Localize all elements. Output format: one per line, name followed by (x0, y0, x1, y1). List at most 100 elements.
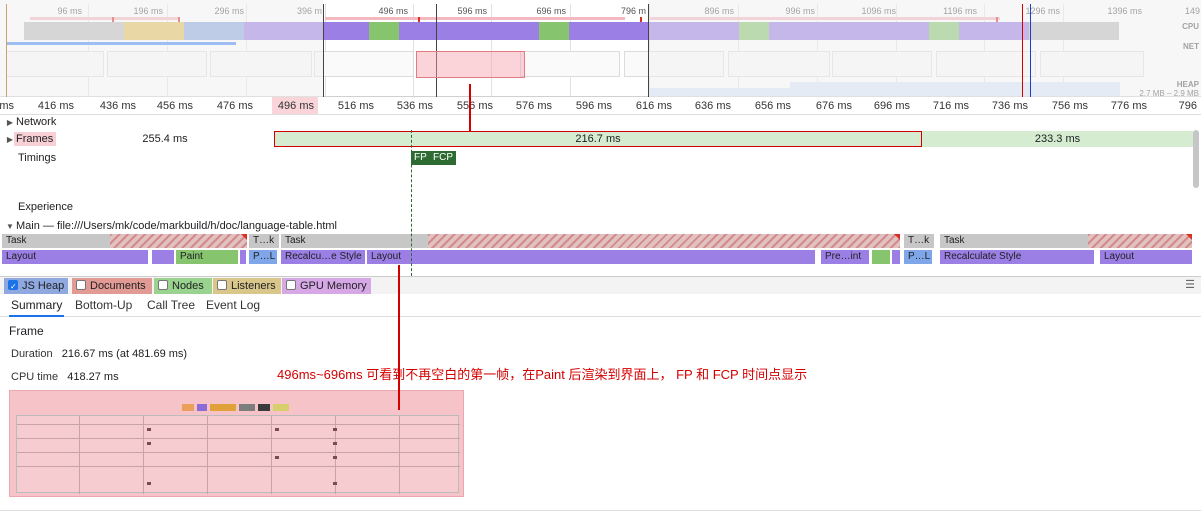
js-heap-checkbox[interactable]: JS Heap (4, 278, 68, 295)
documents-checkbox[interactable]: Documents (72, 278, 152, 294)
main-track-toggle[interactable]: ▼ Main — file:///Users/mk/code/markbuild/… (4, 220, 337, 232)
recalc-style-block[interactable]: Recalcu…e Style (281, 250, 365, 264)
tab-summary[interactable]: Summary (9, 295, 65, 317)
layout-block[interactable] (240, 250, 246, 264)
table-mark (275, 428, 279, 431)
layout-block[interactable]: Layout (367, 250, 815, 264)
window-handle-right[interactable] (648, 4, 649, 97)
tab-event-log[interactable]: Event Log (204, 295, 262, 317)
screenshot-table (16, 415, 460, 494)
tab-call-tree[interactable]: Call Tree (145, 295, 197, 317)
task-block[interactable]: T…k (249, 234, 279, 248)
marker-line (1022, 4, 1023, 97)
checkbox-icon (286, 280, 296, 290)
table-column-line (143, 416, 144, 494)
duration-value: 216.67 ms (at 481.69 ms) (61, 348, 188, 360)
table-row-line (17, 438, 460, 439)
cpu-activity (399, 22, 539, 40)
table-row-line (17, 466, 460, 467)
layout-block[interactable] (152, 250, 174, 264)
table-mark (333, 428, 337, 431)
ruler-tick: ms (0, 100, 14, 112)
screenshot-pill (210, 404, 236, 411)
layout-block[interactable]: Layout (1100, 250, 1192, 264)
task-block[interactable]: T…k (904, 234, 934, 248)
ruler-tick: 596 ms (575, 100, 612, 112)
pl-block[interactable]: P…L (249, 250, 277, 264)
table-row-line (17, 452, 460, 453)
overview-frames-bar (325, 17, 625, 20)
frames-track-label: Frames (16, 133, 54, 145)
vertical-scrollbar[interactable] (1193, 130, 1199, 188)
collapse-icon: ▼ (6, 222, 14, 231)
selected-frame-outline (274, 131, 922, 147)
long-task-indicator (1186, 234, 1192, 240)
layout-block[interactable] (892, 250, 900, 264)
cpu-time-key: CPU time (11, 371, 59, 383)
gpu-memory-checkbox[interactable]: GPU Memory (282, 278, 371, 294)
ruler-tick: 796 (1178, 100, 1197, 112)
timings-track-label: Timings (18, 152, 57, 164)
main-track-label: Main — file:///Users/mk/code/markbuild/h… (16, 220, 337, 232)
timeline-overview[interactable]: 96 ms 196 ms 296 ms 396 m 496 ms 596 ms … (0, 0, 1201, 98)
fp-marker[interactable]: FP (411, 151, 430, 165)
time-ruler: ms 416 ms 436 ms 456 ms 476 ms 496 ms 51… (0, 97, 1201, 115)
experience-track-label: Experience (18, 201, 74, 213)
layout-block[interactable]: Layout (2, 250, 148, 264)
table-column-line (399, 416, 400, 494)
memory-counters-bar: JS Heap Documents Nodes Listeners GPU Me… (0, 276, 1201, 295)
cpu-time-row: CPU time 418.27 ms (11, 371, 119, 383)
ruler-tick: 656 ms (754, 100, 791, 112)
ruler-tick: 456 ms (156, 100, 193, 112)
ruler-tick: 716 ms (932, 100, 969, 112)
pre-paint-block[interactable]: Pre…int (821, 250, 869, 264)
network-track-toggle[interactable]: ▶ Network (4, 116, 56, 128)
js-heap-label: JS Heap (22, 280, 65, 292)
recalc-style-block[interactable]: Recalculate Style (940, 250, 1094, 264)
long-task-hatch (428, 234, 900, 248)
listeners-checkbox[interactable]: Listeners (213, 278, 281, 294)
long-task-hatch (110, 234, 247, 248)
overview-window-dim-left (0, 0, 323, 97)
cpu-activity (539, 22, 569, 40)
long-task-hatch (1088, 234, 1192, 248)
tab-bottom-up[interactable]: Bottom-Up (73, 295, 134, 317)
ruler-tick: 556 ms (456, 100, 493, 112)
ruler-tick: 536 ms (396, 100, 433, 112)
frame-screenshot (9, 390, 464, 497)
frame-block[interactable]: 233.3 ms (922, 131, 1193, 147)
fcp-marker[interactable]: FCP (430, 151, 456, 165)
table-mark (147, 428, 151, 431)
table-column-line (79, 416, 80, 494)
pl-block[interactable]: P…L (904, 250, 932, 264)
ruler-tick: 696 ms (873, 100, 910, 112)
ruler-tick: 736 ms (991, 100, 1028, 112)
marker-line (6, 4, 7, 97)
screenshot-thumbnail[interactable] (314, 51, 414, 77)
ruler-tick: 476 ms (216, 100, 253, 112)
table-column-line (207, 416, 208, 494)
checkbox-icon (158, 280, 168, 290)
marker-line (1030, 4, 1031, 97)
annotation-arrow-line (398, 265, 400, 410)
overview-tick: 696 ms (536, 6, 566, 16)
bottom-bar (0, 510, 1201, 525)
screenshot-pill (239, 404, 255, 411)
table-mark (147, 482, 151, 485)
paint-block[interactable] (872, 250, 890, 264)
screenshot-thumbnail[interactable] (520, 51, 620, 77)
highlighted-screenshot-thumbnail[interactable] (416, 51, 525, 78)
fp-dashed-line (411, 130, 412, 276)
paint-block[interactable]: Paint (176, 250, 238, 264)
table-column-line (271, 416, 272, 494)
nodes-checkbox[interactable]: Nodes (154, 278, 212, 294)
window-handle-left[interactable] (323, 4, 324, 97)
frame-block[interactable]: 255.4 ms (60, 131, 270, 147)
checkbox-checked-icon (8, 279, 18, 295)
expand-icon: ▶ (6, 135, 14, 144)
ruler-tick: 616 ms (635, 100, 672, 112)
long-task-indicator (894, 234, 900, 240)
frames-track-toggle[interactable]: ▶ Frames (4, 133, 53, 145)
nodes-label: Nodes (172, 280, 204, 292)
menu-icon[interactable]: ☰ (1185, 278, 1195, 291)
